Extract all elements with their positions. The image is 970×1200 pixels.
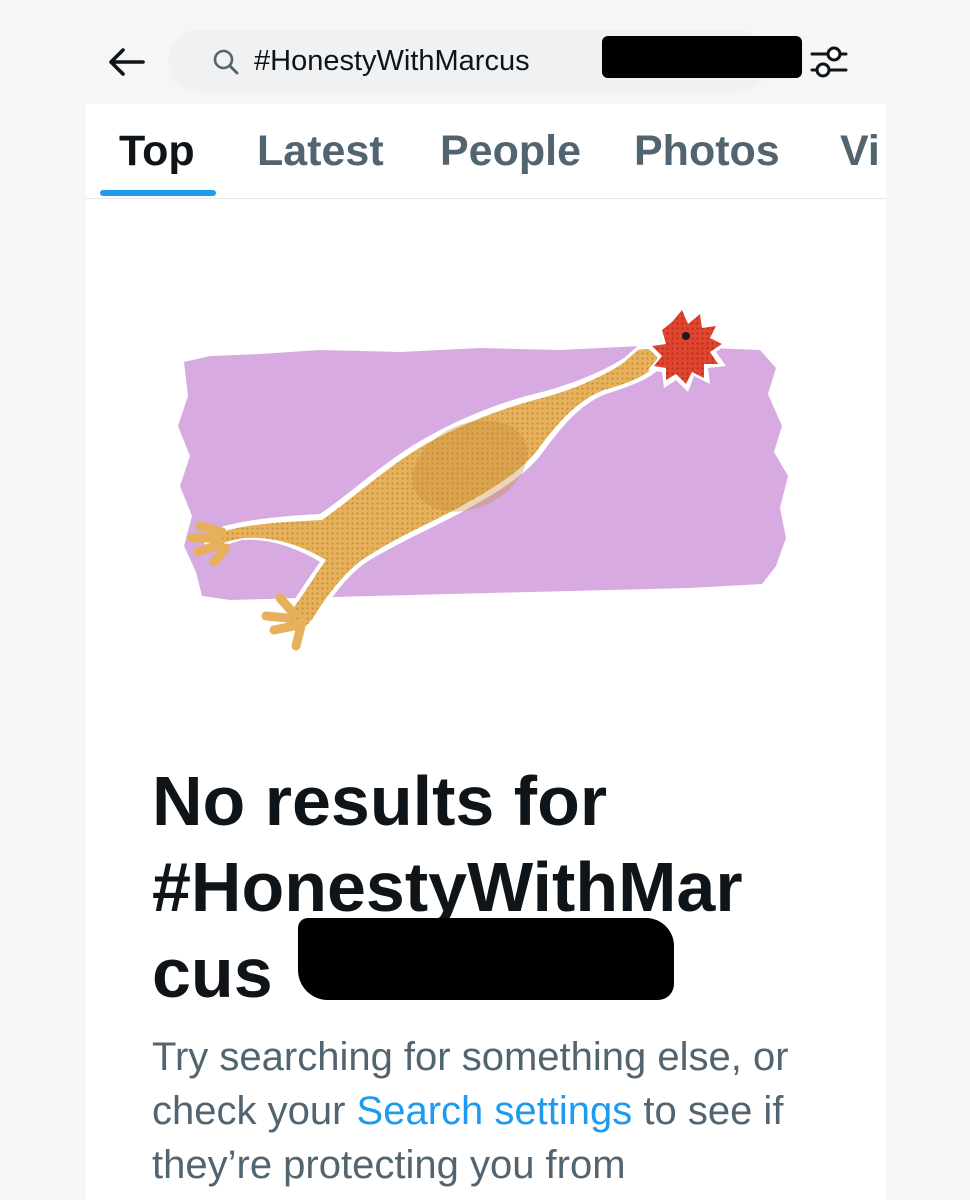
- search-header: #HonestyWithMarcus: [0, 0, 970, 104]
- tab-videos[interactable]: Vi: [840, 126, 880, 176]
- back-arrow-icon: [109, 48, 145, 76]
- back-button[interactable]: [106, 42, 146, 82]
- tab-latest[interactable]: Latest: [257, 126, 384, 176]
- search-filter-button[interactable]: [804, 38, 854, 84]
- title-line-3: cus: [152, 934, 273, 1012]
- search-query-text[interactable]: #HonestyWithMarcus: [254, 42, 530, 80]
- no-results-description: Try searching for something else, or che…: [152, 1030, 852, 1192]
- tab-photos[interactable]: Photos: [634, 126, 780, 176]
- rubber-chicken-illustration: [178, 302, 788, 651]
- active-tab-indicator: [100, 190, 216, 196]
- filter-sliders-icon: [810, 46, 848, 78]
- title-line-1: No results for: [152, 762, 608, 840]
- redaction-mark: [298, 918, 674, 1000]
- search-icon: [213, 49, 239, 75]
- tab-top[interactable]: Top: [119, 126, 195, 176]
- search-settings-link[interactable]: Search settings: [357, 1089, 633, 1133]
- tab-people[interactable]: People: [440, 126, 581, 176]
- redaction-mark: [602, 36, 802, 78]
- search-tabs: Top Latest People Photos Vi: [86, 104, 886, 199]
- title-line-2: #HonestyWithMar: [152, 848, 743, 926]
